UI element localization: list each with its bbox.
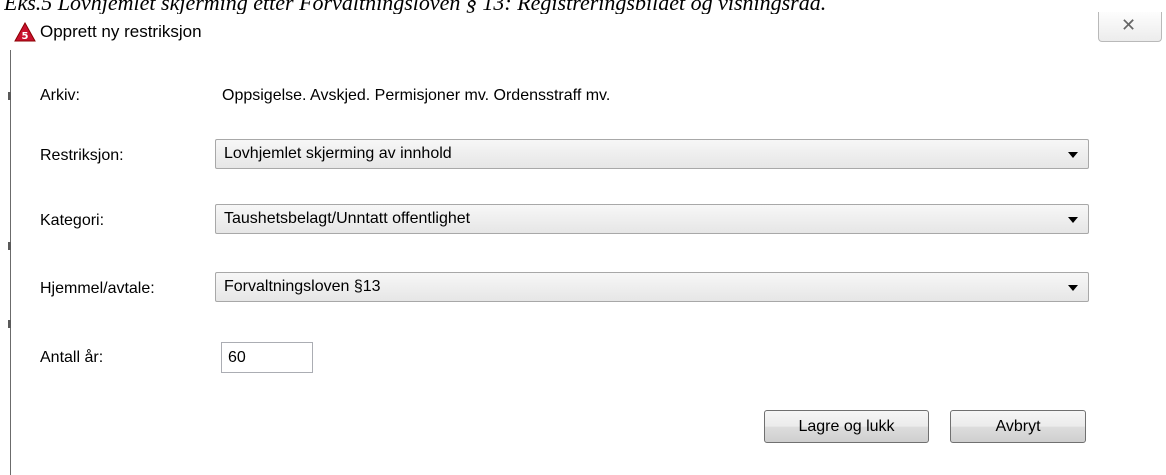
antall-ar-label: Antall år: bbox=[40, 349, 104, 366]
close-icon: ✕ bbox=[1121, 15, 1137, 36]
title-bar: 5 Opprett ny restriksjon ✕ bbox=[0, 12, 1166, 50]
chevron-down-icon bbox=[1068, 152, 1078, 158]
restriksjon-dropdown[interactable]: Lovhjemlet skjerming av innhold bbox=[215, 139, 1089, 169]
restriksjon-label: Restriksjon: bbox=[40, 147, 124, 164]
hjemmel-dropdown[interactable]: Forvaltningsloven §13 bbox=[215, 272, 1089, 302]
arkiv-value: Oppsigelse. Avskjed. Permisjoner mv. Ord… bbox=[222, 87, 611, 104]
hjemmel-label: Hjemmel/avtale: bbox=[40, 280, 155, 297]
window-left-border bbox=[10, 50, 11, 475]
window-title: Opprett ny restriksjon bbox=[40, 22, 202, 41]
border-tick bbox=[8, 92, 11, 100]
kategori-selected-value: Taushetsbelagt/Unntatt offentlighet bbox=[224, 210, 471, 227]
svg-text:5: 5 bbox=[22, 31, 29, 42]
border-tick bbox=[8, 320, 11, 328]
hjemmel-selected-value: Forvaltningsloven §13 bbox=[224, 278, 381, 295]
chevron-down-icon bbox=[1068, 285, 1078, 291]
app-warning-icon: 5 bbox=[14, 22, 36, 42]
kategori-label: Kategori: bbox=[40, 212, 105, 229]
restriksjon-selected-value: Lovhjemlet skjerming av innhold bbox=[224, 145, 452, 162]
cancel-button[interactable]: Avbryt bbox=[950, 410, 1086, 443]
dialog-window: 5 Opprett ny restriksjon ✕ Arkiv: Oppsig… bbox=[0, 12, 1166, 475]
save-and-close-button[interactable]: Lagre og lukk bbox=[764, 410, 929, 443]
document-caption: Eks.5 Lovhjemlet skjerming etter Forvalt… bbox=[4, 0, 827, 14]
antall-ar-input[interactable] bbox=[221, 342, 313, 373]
chevron-down-icon bbox=[1068, 217, 1078, 223]
border-tick bbox=[8, 242, 11, 250]
arkiv-label: Arkiv: bbox=[40, 87, 80, 104]
close-button[interactable]: ✕ bbox=[1098, 12, 1162, 42]
kategori-dropdown[interactable]: Taushetsbelagt/Unntatt offentlighet bbox=[215, 204, 1089, 234]
